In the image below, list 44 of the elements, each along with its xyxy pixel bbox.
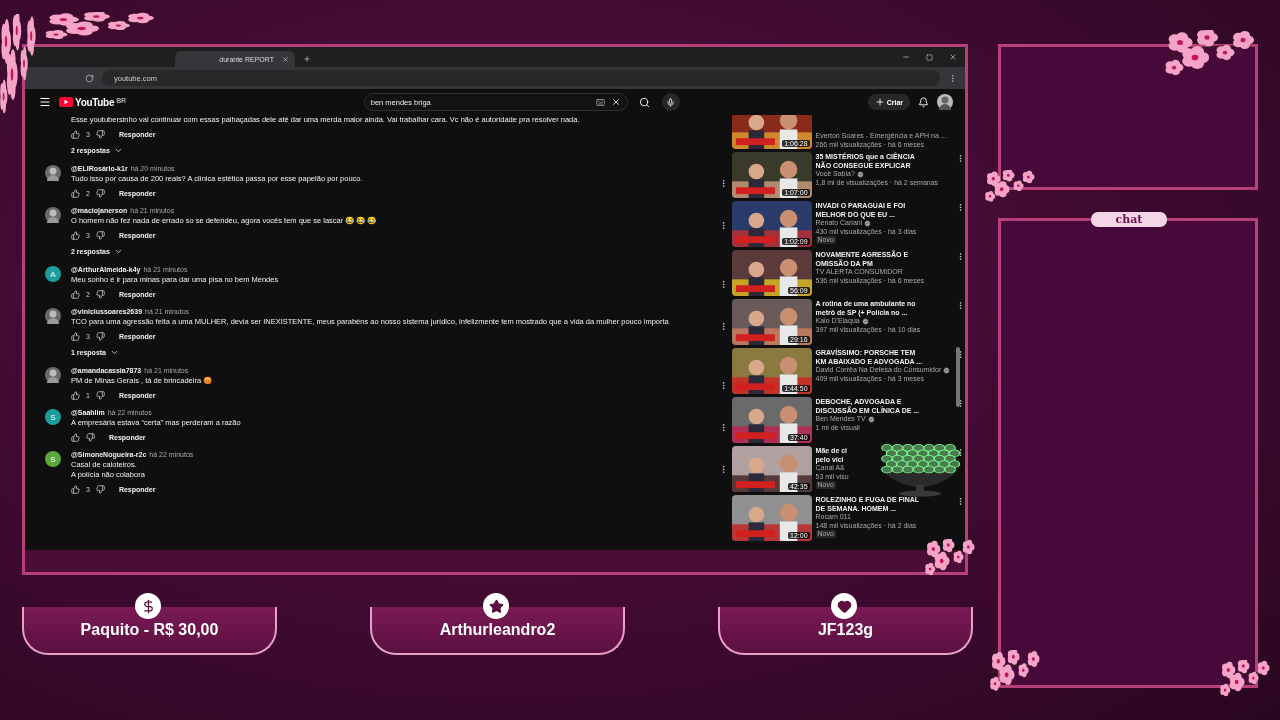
menu-icon[interactable]	[39, 96, 51, 108]
dislike-icon[interactable]	[95, 130, 105, 139]
chat-title: chat	[1091, 212, 1167, 227]
dislike-icon[interactable]	[95, 485, 105, 494]
close-icon[interactable]	[282, 55, 289, 63]
user-avatar[interactable]	[45, 308, 61, 324]
maximize-icon[interactable]	[926, 53, 933, 61]
user-avatar[interactable]	[45, 367, 61, 383]
like-icon[interactable]	[71, 433, 80, 442]
microphone-icon	[666, 97, 676, 107]
like-icon[interactable]	[71, 130, 80, 139]
like-icon[interactable]	[71, 485, 80, 494]
dislike-icon[interactable]	[95, 231, 105, 240]
alert-text: JF123g	[817, 621, 874, 639]
reload-icon[interactable]	[85, 73, 94, 83]
notifications-icon[interactable]	[918, 96, 929, 108]
dollar-icon	[135, 593, 161, 619]
blossom-drawing	[985, 170, 1035, 205]
dislike-icon[interactable]	[95, 332, 105, 341]
keyboard-icon[interactable]	[595, 97, 605, 107]
alert-text: Paquito - R$ 30,00	[80, 621, 219, 639]
alert-text: Arthurleandro2	[439, 621, 556, 639]
dislike-icon[interactable]	[95, 189, 105, 198]
microphone-button[interactable]	[661, 93, 680, 111]
clear-icon[interactable]	[610, 97, 621, 107]
user-avatar[interactable]	[45, 207, 61, 223]
like-icon[interactable]	[71, 391, 80, 400]
dislike-icon[interactable]	[86, 433, 95, 442]
like-icon[interactable]	[71, 332, 80, 341]
profile-avatar[interactable]	[937, 94, 953, 110]
like-icon[interactable]	[71, 189, 80, 198]
dislike-icon[interactable]	[95, 290, 105, 299]
chevron-down-icon	[113, 146, 123, 155]
chevron-down-icon	[113, 247, 123, 256]
new-tab-icon[interactable]	[303, 55, 311, 63]
scrollbar[interactable]	[956, 347, 960, 407]
dislike-icon[interactable]	[95, 391, 105, 400]
like-icon[interactable]	[71, 290, 80, 299]
chevron-down-icon	[110, 348, 120, 357]
like-icon[interactable]	[71, 231, 80, 240]
search-icon	[639, 96, 651, 108]
close-icon[interactable]	[949, 53, 957, 61]
plus-icon	[874, 97, 885, 107]
user-avatar[interactable]	[45, 165, 61, 181]
